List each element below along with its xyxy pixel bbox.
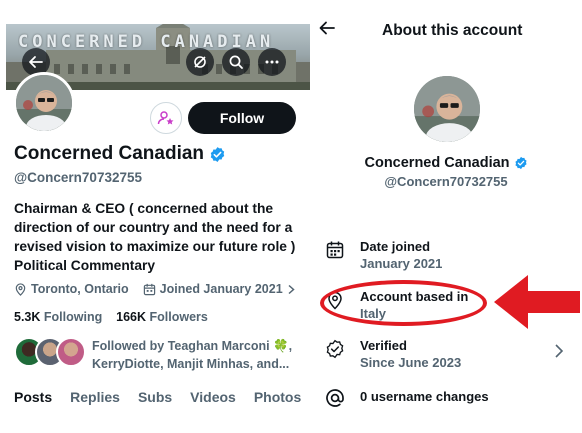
avatar-image: [414, 76, 480, 142]
at-sign-icon: [326, 389, 344, 407]
follower-avatars: [14, 337, 86, 367]
follow-stats: 5.3K Following 166K Followers: [14, 310, 208, 324]
joined-text: Joined January 2021: [159, 282, 283, 296]
about-panel: About this account Concerned Canadian @C…: [310, 0, 582, 433]
calendar-icon: [143, 283, 155, 295]
following-count: 5.3K: [14, 310, 41, 324]
following-stat[interactable]: 5.3K Following: [14, 310, 102, 324]
verified-badge-icon: [514, 156, 527, 170]
tab-photos[interactable]: Photos: [254, 389, 301, 405]
verified-row[interactable]: Verified Since June 2023: [324, 337, 461, 371]
date-joined-label: Date joined: [360, 239, 431, 254]
back-arrow-icon: [319, 21, 335, 35]
joined-item[interactable]: Joined January 2021: [143, 282, 296, 296]
verified-check-icon: [326, 339, 344, 359]
following-label: Following: [43, 310, 103, 324]
page-title: About this account: [382, 22, 523, 39]
profile-panel: CONCERNED CANADIAN Follow Concerned Cana…: [0, 0, 310, 433]
chevron-right-icon: [288, 284, 295, 294]
display-name: Concerned Canadian: [14, 143, 226, 165]
profile-avatar[interactable]: [13, 72, 75, 134]
location-pin-icon: [15, 282, 26, 296]
highlight-ellipse-annotation: [320, 280, 487, 326]
display-name-text: Concerned Canadian: [14, 143, 205, 164]
followers-stat[interactable]: 166K Followers: [116, 310, 208, 324]
verified-value: Since June 2023: [360, 355, 462, 370]
search-icon: [229, 55, 243, 69]
follow-button[interactable]: Follow: [188, 102, 296, 134]
about-handle: @Concern70732755: [384, 174, 508, 189]
bio: Chairman & CEO ( concerned about the dir…: [14, 201, 296, 273]
more-dots-icon: [265, 60, 279, 64]
username-changes-label: 0 username changes: [360, 389, 489, 404]
about-back-button[interactable]: [318, 20, 336, 41]
tab-replies[interactable]: Replies: [70, 389, 120, 405]
date-joined-value: January 2021: [360, 256, 443, 271]
avatar-image: [16, 75, 72, 131]
back-arrow-icon: [29, 56, 43, 68]
subscribe-button[interactable]: [150, 102, 182, 134]
subscribe-star-icon: [157, 111, 174, 125]
about-display-name-text: Concerned Canadian: [364, 155, 510, 171]
tab-videos[interactable]: Videos: [190, 389, 236, 405]
location-text: Toronto, Ontario: [31, 282, 129, 296]
follower-avatar: [56, 337, 86, 367]
tab-subs[interactable]: Subs: [138, 389, 172, 405]
more-button[interactable]: [258, 48, 286, 76]
chevron-right-icon[interactable]: [554, 343, 564, 359]
followers-label: Followers: [149, 310, 208, 324]
red-arrow-annotation: [494, 275, 580, 329]
handle: @Concern70732755: [14, 170, 142, 185]
search-button[interactable]: [222, 48, 250, 76]
username-changes-row: 0 username changes: [324, 386, 489, 408]
date-joined-row: Date joined January 2021: [324, 238, 442, 272]
followed-by-text: Followed by Teaghan Marconi 🍀, KerryDiot…: [92, 339, 293, 371]
calendar-icon: [326, 241, 344, 259]
followed-by-row[interactable]: Followed by Teaghan Marconi 🍀, KerryDiot…: [14, 337, 306, 373]
tab-posts[interactable]: Posts: [14, 389, 52, 405]
followers-count: 166K: [116, 310, 147, 324]
profile-meta: Toronto, Ontario Joined January 2021: [14, 282, 310, 296]
grok-button[interactable]: [186, 48, 214, 76]
profile-tabs: Posts Replies Subs Videos Photos: [14, 389, 301, 405]
about-avatar: [414, 76, 480, 142]
about-display-name: Concerned Canadian: [310, 155, 582, 171]
verified-label: Verified: [360, 338, 407, 353]
verified-badge-icon[interactable]: [209, 146, 226, 163]
location-item: Toronto, Ontario: [14, 282, 129, 296]
grok-icon: [194, 56, 206, 68]
